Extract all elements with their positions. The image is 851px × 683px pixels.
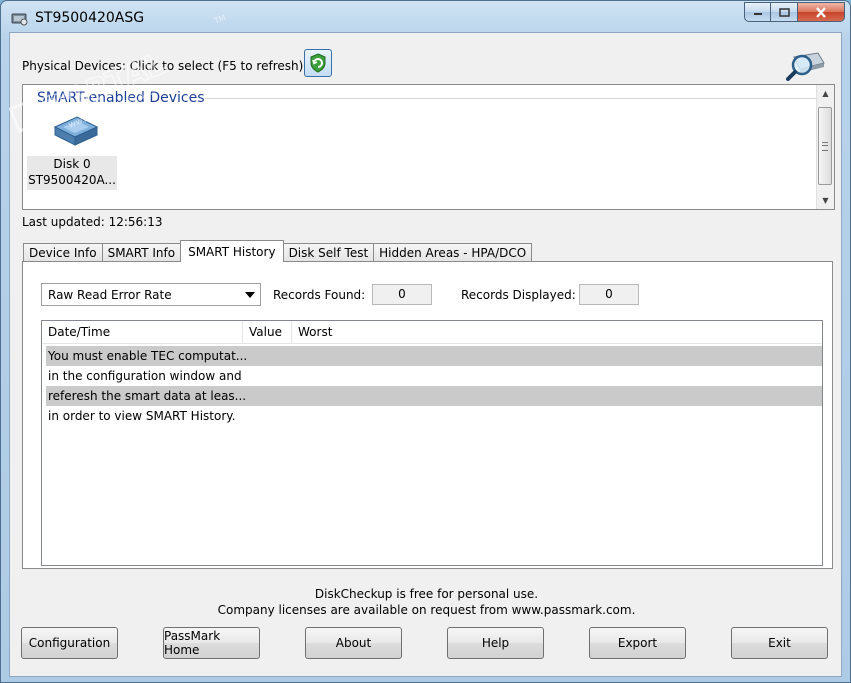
device-list-panel: SMART-enabled Devices Disk 0 ST9500420A.… <box>22 84 835 210</box>
close-icon <box>816 6 826 18</box>
records-displayed-label: Records Displayed: <box>461 288 576 302</box>
records-found-value: 0 <box>372 284 432 305</box>
scroll-thumb[interactable] <box>818 107 832 185</box>
footer-license-line1: DiskCheckup is free for personal use. <box>314 587 539 601</box>
history-row[interactable]: You must enable TEC computat... <box>46 346 822 366</box>
hard-disk-icon[interactable] <box>51 109 101 151</box>
device-group-title: SMART-enabled Devices <box>37 90 205 106</box>
scroll-up-arrow-icon[interactable]: ▲ <box>817 85 834 102</box>
column-header-datetime[interactable]: Date/Time <box>42 321 243 343</box>
column-header-value[interactable]: Value <box>243 321 292 343</box>
client-area: Physical Devices: Click to select (F5 to… <box>9 32 842 677</box>
history-list-header: Date/Time Value Worst <box>42 321 822 344</box>
tab-strip: Device Info SMART Info SMART History Dis… <box>23 240 533 262</box>
drive-search-icon[interactable] <box>784 47 826 83</box>
column-header-worst[interactable]: Worst <box>292 321 412 343</box>
tab-smart-history[interactable]: SMART History <box>180 240 284 262</box>
app-disk-icon <box>11 13 28 26</box>
minimize-icon <box>753 13 762 15</box>
maximize-icon <box>778 7 790 17</box>
history-row[interactable]: in the configuration window and <box>46 366 822 386</box>
tab-device-info[interactable]: Device Info <box>23 243 103 262</box>
chevron-down-icon <box>245 292 255 298</box>
title-bar[interactable]: ST9500420ASG <box>1 1 850 33</box>
about-button[interactable]: About <box>305 627 402 659</box>
attribute-dropdown-value: Raw Read Error Rate <box>48 288 172 302</box>
history-row[interactable]: in order to view SMART History. <box>46 406 822 426</box>
close-button[interactable] <box>798 2 845 22</box>
exit-button[interactable]: Exit <box>731 627 828 659</box>
last-updated-label: Last updated: 12:56:13 <box>22 215 163 229</box>
physical-devices-label: Physical Devices: Click to select (F5 to… <box>22 59 304 73</box>
maximize-button[interactable] <box>771 2 798 22</box>
passmark-home-button[interactable]: PassMark Home <box>163 627 260 659</box>
tab-disk-self-test[interactable]: Disk Self Test <box>282 243 375 262</box>
history-list[interactable]: Date/Time Value Worst You must enable TE… <box>41 320 823 566</box>
records-displayed-value: 0 <box>579 284 639 305</box>
device-list-scrollbar[interactable]: ▲ ▼ <box>816 85 834 209</box>
refresh-shield-icon <box>310 53 326 73</box>
smart-history-panel: Raw Read Error Rate Records Found: 0 Rec… <box>22 261 833 569</box>
minimize-button[interactable] <box>744 2 771 22</box>
disk-item-model: ST9500420A... <box>28 173 116 187</box>
window-title: ST9500420ASG <box>35 10 145 26</box>
app-window: ST9500420ASG Physical Devices: Click to … <box>0 0 851 683</box>
tab-smart-info[interactable]: SMART Info <box>101 243 182 262</box>
history-row[interactable]: referesh the smart data at leas... <box>46 386 822 406</box>
attribute-dropdown[interactable]: Raw Read Error Rate <box>41 283 261 306</box>
records-found-label: Records Found: <box>273 288 366 302</box>
footer-license-line2: Company licenses are available on reques… <box>217 603 636 617</box>
window-controls <box>744 2 845 24</box>
scroll-down-arrow-icon[interactable]: ▼ <box>817 192 834 209</box>
refresh-devices-button[interactable] <box>304 49 332 77</box>
disk-item-name: Disk 0 <box>53 157 91 171</box>
disk-item[interactable]: Disk 0 ST9500420A... <box>27 156 117 190</box>
export-button[interactable]: Export <box>589 627 686 659</box>
tab-hidden-areas[interactable]: Hidden Areas - HPA/DCO <box>373 243 533 262</box>
group-divider <box>205 98 816 99</box>
configuration-button[interactable]: Configuration <box>21 627 118 659</box>
help-button[interactable]: Help <box>447 627 544 659</box>
